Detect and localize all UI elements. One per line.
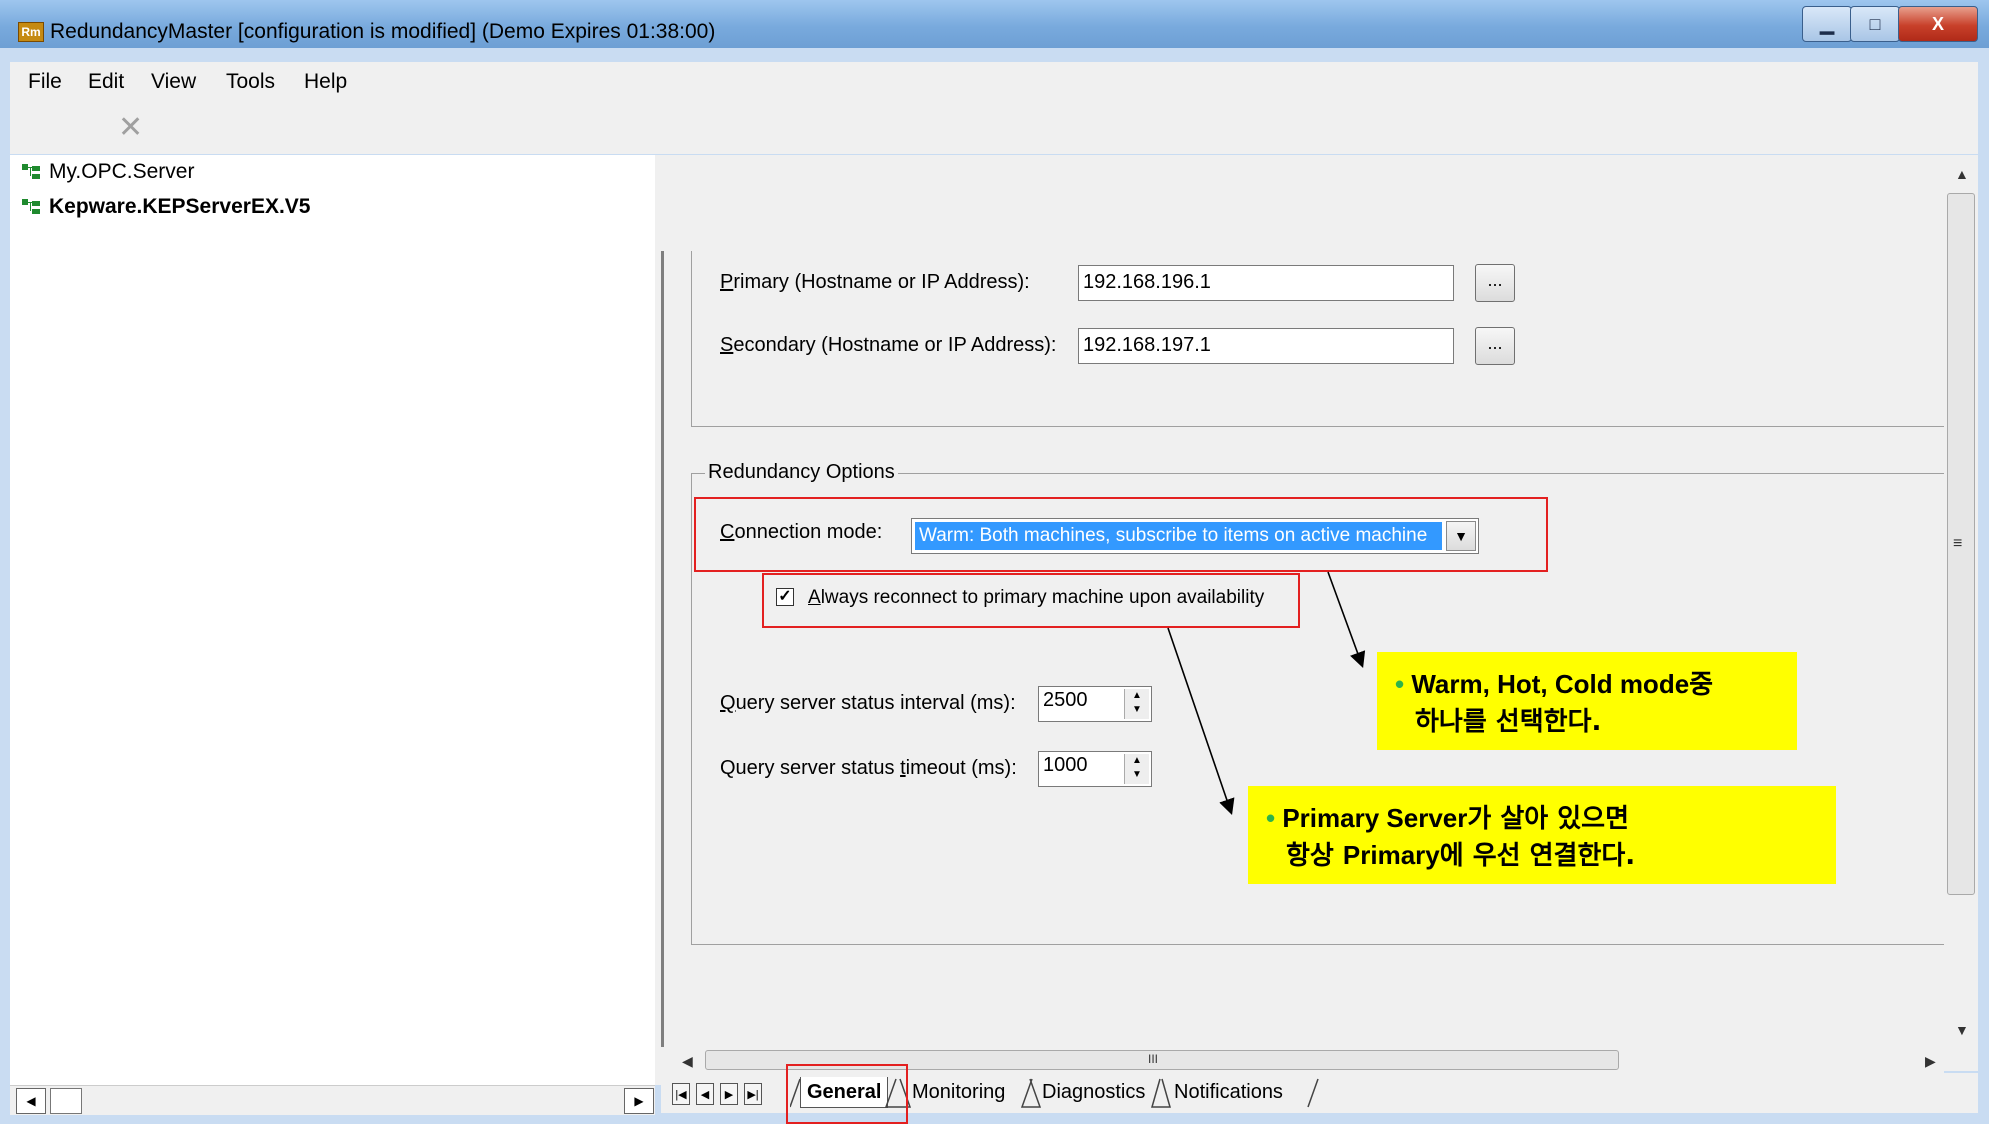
tree-item[interactable]: Kepware.KEPServerEX.V5 xyxy=(22,195,310,219)
redundancy-options-title: Redundancy Options xyxy=(705,461,898,484)
secondary-address-input[interactable]: 192.168.197.1 xyxy=(1078,328,1454,364)
tab-nav-last-button[interactable]: ▶| xyxy=(744,1083,762,1105)
general-tab-highlight xyxy=(786,1064,908,1124)
status-timeout-value: 1000 xyxy=(1043,754,1088,776)
tree-scroll-right-button[interactable]: ▶ xyxy=(624,1088,654,1114)
primary-address-input[interactable]: 192.168.196.1 xyxy=(1078,265,1454,301)
window-title: RedundancyMaster [configuration is modif… xyxy=(50,20,716,43)
status-timeout-spinner[interactable]: 1000 ▲ ▼ xyxy=(1038,751,1152,787)
maximize-icon: □ xyxy=(1869,14,1881,34)
status-interval-label: Query server status interval (ms): xyxy=(720,692,1016,714)
spinner-arrows-icon[interactable]: ▲ ▼ xyxy=(1124,754,1149,784)
secondary-address-label: Secondary (Hostname or IP Address): xyxy=(720,334,1057,356)
status-interval-value: 2500 xyxy=(1043,689,1088,711)
primary-address-label: Primary (Hostname or IP Address): xyxy=(720,271,1030,293)
menu-file[interactable]: File xyxy=(28,70,62,94)
delete-icon[interactable]: ✕ xyxy=(118,110,143,145)
connection-mode-highlight xyxy=(694,497,1548,572)
toolbar xyxy=(10,100,1978,154)
status-timeout-label: Query server status timeout (ms): xyxy=(720,757,1017,779)
scroll-hgrip-icon: III xyxy=(1148,1052,1159,1066)
primary-annotation-note: • Primary Server가 살아 있으면 항상 Primary에 우선 … xyxy=(1248,786,1836,884)
config-panel-header xyxy=(661,155,1944,251)
tree-item-label: My.OPC.Server xyxy=(49,160,195,183)
scroll-grip-icon: ≡ xyxy=(1953,535,1963,552)
tree-item[interactable]: My.OPC.Server xyxy=(22,160,194,184)
menu-help[interactable]: Help xyxy=(304,70,347,94)
close-icon: X xyxy=(1931,14,1944,34)
scroll-down-icon[interactable]: ▼ xyxy=(1955,1022,1969,1038)
menu-tools[interactable]: Tools xyxy=(226,70,275,94)
secondary-browse-button[interactable]: ... xyxy=(1475,327,1515,365)
scroll-up-icon[interactable]: ▲ xyxy=(1955,166,1969,182)
maximize-button[interactable]: □ xyxy=(1850,6,1900,42)
tab-nav-first-button[interactable]: |◀ xyxy=(672,1083,690,1105)
server-group-icon xyxy=(22,199,42,215)
tab-nav-prev-button[interactable]: ◀ xyxy=(696,1083,714,1105)
scroll-left-icon[interactable]: ◀ xyxy=(682,1053,693,1070)
tree-horizontal-scrollbar[interactable] xyxy=(10,1085,655,1116)
scroll-right-icon[interactable]: ▶ xyxy=(1925,1053,1936,1070)
tree-scroll-left-button[interactable]: ◀ xyxy=(16,1088,46,1114)
app-icon: Rm xyxy=(18,22,44,42)
tree-item-label: Kepware.KEPServerEX.V5 xyxy=(49,195,311,218)
menu-edit[interactable]: Edit xyxy=(88,70,124,94)
server-group-icon xyxy=(22,164,42,180)
server-tree xyxy=(10,155,655,1085)
tree-scroll-thumb[interactable] xyxy=(50,1088,82,1114)
mode-annotation-note: • Warm, Hot, Cold mode중 하나를 선택한다. xyxy=(1377,652,1797,750)
status-interval-spinner[interactable]: 2500 ▲ ▼ xyxy=(1038,686,1152,722)
menu-view[interactable]: View xyxy=(151,70,196,94)
spinner-arrows-icon[interactable]: ▲ ▼ xyxy=(1124,689,1149,719)
minimize-button[interactable]: ▁ xyxy=(1802,6,1852,42)
minimize-icon: ▁ xyxy=(1820,14,1834,34)
reconnect-highlight xyxy=(762,573,1300,628)
window-bottom-frame xyxy=(0,1115,1989,1124)
close-button[interactable]: X xyxy=(1898,6,1978,42)
tab-nav-next-button[interactable]: ▶ xyxy=(720,1083,738,1105)
primary-browse-button[interactable]: ... xyxy=(1475,264,1515,302)
